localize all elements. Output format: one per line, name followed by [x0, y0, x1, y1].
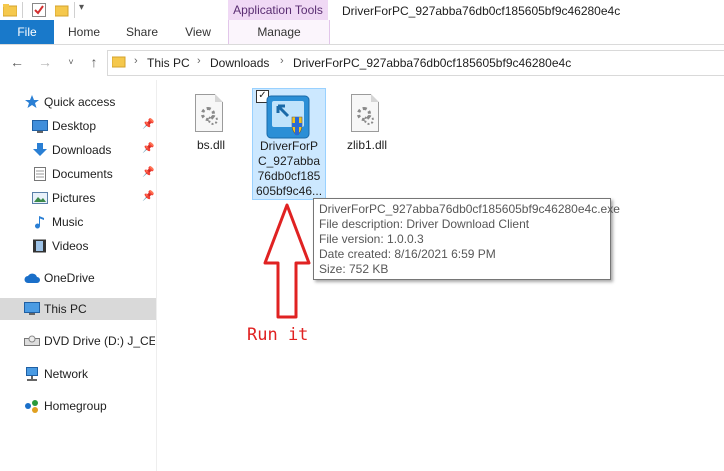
- breadcrumb-current-folder[interactable]: DriverForPC_927abba76db0cf185605bf9c4628…: [293, 56, 571, 70]
- tooltip-version: File version: 1.0.0.3: [319, 232, 424, 246]
- tooltip-description: File description: Driver Download Client: [319, 217, 530, 231]
- tooltip-date-created: Date created: 8/16/2021 6:59 PM: [319, 247, 496, 261]
- sidebar-item-videos[interactable]: Videos: [0, 235, 156, 257]
- sidebar-item-onedrive[interactable]: OneDrive: [0, 267, 156, 289]
- tab-share[interactable]: Share: [118, 20, 166, 44]
- tab-view[interactable]: View: [174, 20, 222, 44]
- forward-arrow-icon[interactable]: →: [37, 52, 53, 72]
- pin-icon[interactable]: 📌: [142, 191, 154, 202]
- sidebar-item-label: Network: [44, 367, 89, 381]
- tab-home[interactable]: Home: [60, 20, 108, 44]
- contextual-group-label: Application Tools: [233, 3, 323, 17]
- ribbon-tab-strip: [0, 20, 724, 45]
- dvd-drive-icon: [24, 334, 40, 348]
- back-arrow-icon[interactable]: ←: [9, 52, 25, 72]
- computer-icon: [24, 302, 40, 316]
- window-title: DriverForPC_927abba76db0cf185605bf9c4628…: [342, 4, 621, 18]
- desktop-icon: [32, 119, 48, 133]
- cloud-icon: [24, 271, 40, 285]
- documents-icon: [32, 167, 48, 181]
- film-icon: [32, 239, 48, 253]
- sidebar-item-quick-access[interactable]: Quick access: [0, 91, 156, 113]
- installer-exe-icon: [266, 95, 310, 139]
- qa-divider: [74, 2, 75, 18]
- sidebar-item-label: Music: [52, 215, 84, 229]
- breadcrumb-this-pc[interactable]: This PC: [147, 56, 190, 70]
- sidebar-item-label: This PC: [44, 302, 87, 316]
- run-it-annotation: Run it: [247, 325, 309, 345]
- sidebar-item-label: Downloads: [52, 143, 112, 157]
- breadcrumb-chevron-icon[interactable]: ›: [280, 55, 284, 67]
- file-name: DriverForP C_927abba 76db0cf185 605bf9c4…: [252, 139, 326, 199]
- network-icon: [24, 367, 40, 381]
- breadcrumb-chevron-icon[interactable]: ›: [134, 55, 138, 67]
- sidebar-item-label: DVD Drive (D:) J_CENA_: [44, 334, 155, 348]
- sidebar-item-network[interactable]: Network: [0, 363, 156, 385]
- file-item-zlib1-dll[interactable]: zlib1.dll: [336, 90, 398, 160]
- file-name: zlib1.dll: [346, 138, 388, 152]
- download-arrow-icon: [32, 143, 48, 157]
- sidebar-item-label: Pictures: [52, 191, 96, 205]
- homegroup-icon: [24, 399, 40, 413]
- sidebar-item-label: OneDrive: [44, 271, 95, 285]
- file-info-tooltip: DriverForPC_927abba76db0cf185605bf9c4628…: [313, 198, 620, 280]
- sidebar-item-pictures[interactable]: Pictures 📌: [0, 187, 156, 209]
- tooltip-filename: DriverForPC_927abba76db0cf185605bf9c4628…: [319, 202, 620, 216]
- tab-manage[interactable]: Manage: [228, 20, 330, 44]
- breadcrumb-chevron-icon[interactable]: ›: [197, 55, 201, 67]
- sidebar-item-dvd-drive[interactable]: DVD Drive (D:) J_CENA_: [0, 330, 156, 352]
- sidebar-item-homegroup[interactable]: Homegroup: [0, 395, 156, 417]
- tooltip-size: Size: 752 KB: [319, 262, 389, 276]
- file-name-line: 76db0cf185: [257, 169, 321, 183]
- pin-icon[interactable]: 📌: [142, 119, 154, 130]
- recent-locations-chevron-icon[interactable]: ˅: [63, 52, 79, 72]
- properties-checkmark-icon[interactable]: [32, 3, 46, 17]
- folder-icon: [111, 55, 126, 71]
- qa-customize-chevron-icon[interactable]: ▾: [79, 2, 84, 13]
- qa-divider: [22, 2, 23, 18]
- music-note-icon: [32, 215, 48, 229]
- star-icon: [24, 95, 40, 109]
- sidebar-item-label: Videos: [52, 239, 89, 253]
- sidebar-item-label: Homegroup: [44, 399, 107, 413]
- sidebar-item-downloads[interactable]: Downloads 📌: [0, 139, 156, 161]
- sidebar-item-label: Desktop: [52, 119, 97, 133]
- tab-file[interactable]: File: [0, 20, 54, 44]
- up-arrow-icon[interactable]: ↑: [86, 52, 102, 72]
- sidebar-item-documents[interactable]: Documents 📌: [0, 163, 156, 185]
- sidebar-item-desktop[interactable]: Desktop 📌: [0, 115, 156, 137]
- new-folder-icon[interactable]: [54, 3, 69, 17]
- file-name-line: C_927abba: [257, 154, 321, 168]
- file-name: bs.dll: [196, 138, 225, 152]
- file-name-line: DriverForP: [259, 139, 318, 153]
- file-name-line: 605bf9c46...: [255, 184, 323, 198]
- pin-icon[interactable]: 📌: [142, 167, 154, 178]
- sidebar-item-label: Documents: [52, 167, 113, 181]
- folder-icon[interactable]: [2, 3, 18, 17]
- red-up-arrow-annotation: [263, 203, 311, 319]
- pin-icon[interactable]: 📌: [142, 143, 154, 154]
- pictures-icon: [32, 191, 48, 205]
- file-item-bs-dll[interactable]: bs.dll: [180, 90, 242, 160]
- sidebar-item-label: Quick access: [44, 95, 116, 109]
- breadcrumb-downloads[interactable]: Downloads: [210, 56, 269, 70]
- sidebar-item-this-pc[interactable]: This PC: [0, 298, 156, 320]
- sidebar-item-music[interactable]: Music: [0, 211, 156, 233]
